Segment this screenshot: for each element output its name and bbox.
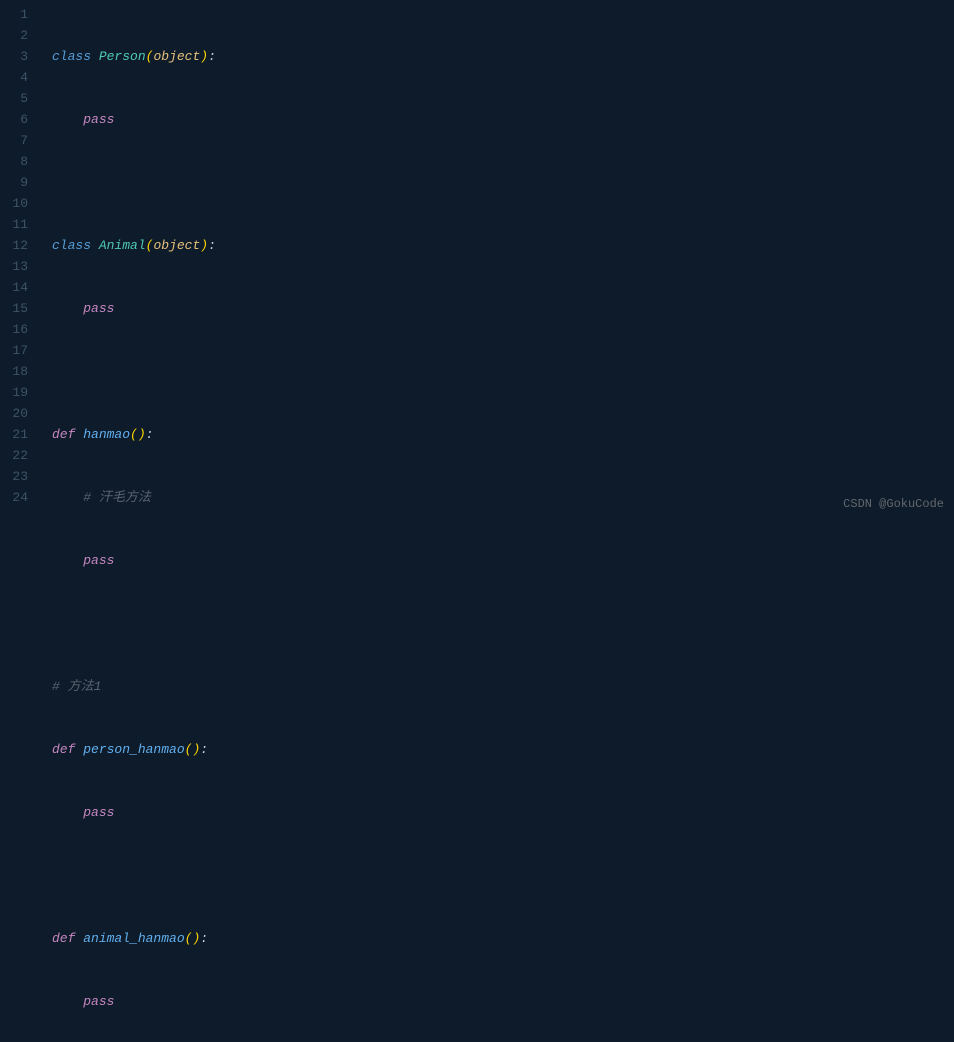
code-line (52, 172, 954, 193)
line-number: 1 (0, 4, 28, 25)
line-number: 7 (0, 130, 28, 151)
code-line (52, 361, 954, 382)
line-number: 24 (0, 487, 28, 508)
line-number: 12 (0, 235, 28, 256)
line-number: 9 (0, 172, 28, 193)
line-number: 5 (0, 88, 28, 109)
code-editor: 1 2 3 4 5 6 7 8 9 10 11 12 13 14 15 16 1… (0, 0, 954, 521)
code-content[interactable]: class Person(object): pass class Animal(… (38, 0, 954, 521)
code-line: # 汗毛方法 (52, 487, 954, 508)
code-line: def person_hanmao(): (52, 739, 954, 760)
line-number: 21 (0, 424, 28, 445)
code-line (52, 613, 954, 634)
code-line: # 方法1 (52, 676, 954, 697)
line-number: 15 (0, 298, 28, 319)
code-line: class Animal(object): (52, 235, 954, 256)
watermark-text: CSDN @GokuCode (843, 494, 944, 515)
line-number: 10 (0, 193, 28, 214)
line-number: 13 (0, 256, 28, 277)
line-number: 8 (0, 151, 28, 172)
line-number: 17 (0, 340, 28, 361)
line-number: 2 (0, 25, 28, 46)
line-number: 16 (0, 319, 28, 340)
line-number: 11 (0, 214, 28, 235)
code-line: class Person(object): (52, 46, 954, 67)
line-number: 18 (0, 361, 28, 382)
code-line: pass (52, 550, 954, 571)
code-line: def hanmao(): (52, 424, 954, 445)
code-line: pass (52, 991, 954, 1012)
code-line (52, 865, 954, 886)
code-line: def animal_hanmao(): (52, 928, 954, 949)
line-number: 14 (0, 277, 28, 298)
line-number: 19 (0, 382, 28, 403)
line-number: 4 (0, 67, 28, 88)
line-number-gutter: 1 2 3 4 5 6 7 8 9 10 11 12 13 14 15 16 1… (0, 0, 38, 521)
line-number: 3 (0, 46, 28, 67)
code-line: pass (52, 802, 954, 823)
line-number: 20 (0, 403, 28, 424)
line-number: 23 (0, 466, 28, 487)
line-number: 6 (0, 109, 28, 130)
code-line: pass (52, 298, 954, 319)
line-number: 22 (0, 445, 28, 466)
code-line: pass (52, 109, 954, 130)
